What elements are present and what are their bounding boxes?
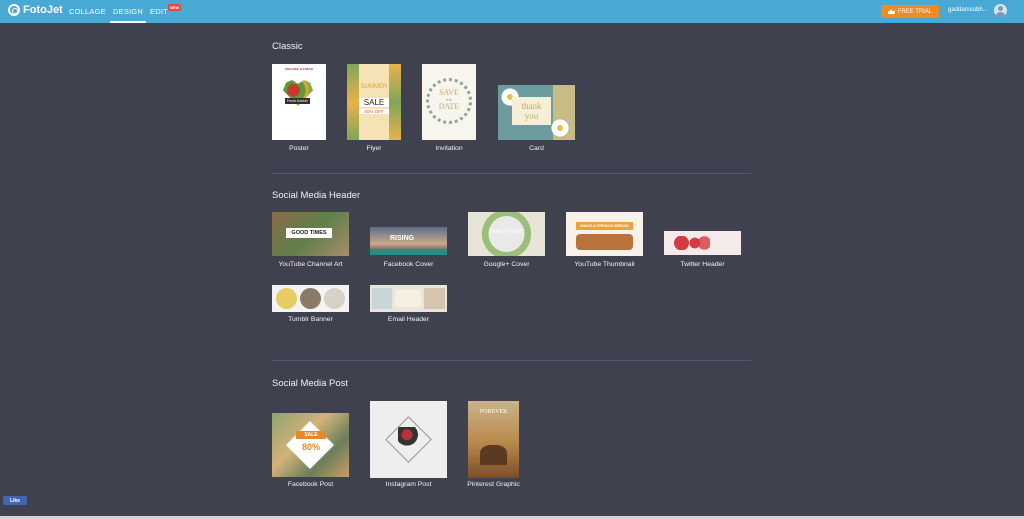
template-card[interactable]: thank you bbox=[498, 85, 575, 140]
new-badge: NEW bbox=[168, 4, 182, 11]
ig-photo bbox=[398, 427, 418, 449]
logo-text: FotoJet bbox=[23, 4, 63, 16]
card-thank: thank bbox=[521, 101, 542, 111]
flyer-decoration bbox=[347, 64, 359, 140]
facebook-like-button[interactable]: Like bbox=[3, 496, 27, 505]
template-email-header[interactable] bbox=[370, 285, 447, 312]
flyer-pct-text: 50% OFF bbox=[359, 109, 389, 114]
pin-title: FOREVER bbox=[479, 409, 508, 415]
tumblr-circle bbox=[300, 288, 321, 309]
template-pinterest-graphic[interactable]: FOREVER bbox=[468, 401, 519, 478]
tumblr-circle bbox=[276, 288, 297, 309]
template-instagram-post[interactable] bbox=[370, 401, 447, 478]
invitation-date: DATE bbox=[438, 102, 460, 111]
email-photo bbox=[372, 288, 392, 309]
template-label: Facebook Cover bbox=[383, 261, 434, 268]
template-label: Instagram Post bbox=[385, 481, 432, 488]
nav-collage[interactable]: COLLAGE bbox=[69, 0, 106, 23]
fb-post-pct: 80% bbox=[301, 442, 320, 452]
poster-top-text: ORGANIC & FRESH bbox=[284, 67, 314, 71]
yt-thumb-text: MAKE A FRENCH BREAD bbox=[576, 222, 633, 230]
fb-cover-text: RISING bbox=[390, 235, 415, 242]
section-title-social-header: Social Media Header bbox=[272, 190, 361, 201]
twitter-berries bbox=[672, 236, 710, 250]
nav-edit[interactable]: EDIT bbox=[150, 0, 168, 23]
tumblr-circle bbox=[324, 288, 345, 309]
card-flower bbox=[550, 118, 570, 138]
template-label: Flyer bbox=[366, 145, 382, 152]
top-bar: FotoJet COLLAGE DESIGN EDIT NEW FREE TRI… bbox=[0, 0, 1024, 23]
avatar[interactable] bbox=[994, 4, 1007, 17]
template-label: Google+ Cover bbox=[483, 261, 530, 268]
section-title-classic: Classic bbox=[272, 41, 303, 52]
yt-thumb-bread bbox=[576, 234, 633, 250]
fb-cover-stripe bbox=[370, 250, 447, 255]
template-youtube-channel-art[interactable]: GOOD TIMES bbox=[272, 212, 349, 256]
template-label: YouTube Thumbnail bbox=[574, 261, 635, 268]
template-label: YouTube Channel Art bbox=[278, 261, 343, 268]
section-title-social-post: Social Media Post bbox=[272, 378, 349, 389]
flyer-sale-text: SALE bbox=[359, 98, 389, 107]
template-facebook-cover[interactable]: RISING bbox=[370, 227, 447, 255]
pin-silhouette bbox=[480, 445, 507, 465]
template-facebook-post[interactable]: SALE 80% bbox=[272, 413, 349, 477]
fb-post-sale: SALE bbox=[296, 431, 326, 439]
gplus-text: SWEET HEART bbox=[488, 229, 525, 235]
template-twitter-header[interactable] bbox=[664, 231, 741, 255]
free-trial-button[interactable]: FREE TRIAL bbox=[881, 5, 939, 18]
flyer-decoration bbox=[389, 64, 401, 140]
flyer-big-text: SUMMER bbox=[360, 84, 388, 90]
yt-art-text: GOOD TIMES bbox=[286, 228, 332, 238]
crown-icon bbox=[887, 9, 895, 14]
template-google-plus-cover[interactable]: SWEET HEART bbox=[468, 212, 545, 256]
template-label: Email Header bbox=[387, 316, 430, 323]
template-label: Tumblr Banner bbox=[288, 316, 333, 323]
template-label: Facebook Post bbox=[287, 481, 334, 488]
username[interactable]: gaddamsubh... bbox=[948, 7, 988, 13]
card-you: you bbox=[524, 111, 539, 121]
template-label: Pinterest Graphic bbox=[467, 481, 520, 488]
email-photo bbox=[424, 288, 445, 309]
nav-design[interactable]: DESIGN bbox=[110, 0, 146, 23]
poster-badge: Fresh Market bbox=[285, 98, 310, 104]
free-trial-label: FREE TRIAL bbox=[897, 8, 933, 15]
divider bbox=[272, 360, 751, 361]
divider bbox=[272, 173, 751, 174]
invitation-save: SAVE bbox=[439, 88, 459, 97]
template-tumblr-banner[interactable] bbox=[272, 285, 349, 312]
email-text-box bbox=[395, 290, 421, 307]
fotojet-logo[interactable]: FotoJet bbox=[8, 4, 63, 16]
template-flyer[interactable]: SUMMER SALE 50% OFF bbox=[347, 64, 401, 140]
template-label: Twitter Header bbox=[680, 261, 725, 268]
template-label: Poster bbox=[289, 145, 309, 152]
template-invitation[interactable]: SAVE the DATE bbox=[422, 64, 476, 140]
template-label: Card bbox=[529, 145, 544, 152]
template-label: Invitation bbox=[435, 145, 463, 152]
logo-icon bbox=[8, 4, 20, 16]
template-youtube-thumbnail[interactable]: MAKE A FRENCH BREAD bbox=[566, 212, 643, 256]
template-poster[interactable]: ORGANIC & FRESH Fresh Market bbox=[272, 64, 326, 140]
